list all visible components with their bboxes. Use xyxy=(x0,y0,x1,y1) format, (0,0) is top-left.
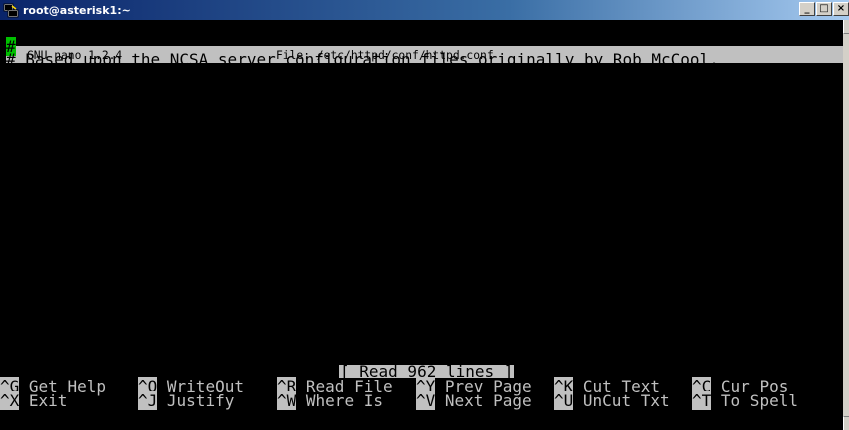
shortcut-exit[interactable]: ^X Exit xyxy=(0,391,68,410)
vertical-scrollbar[interactable] xyxy=(843,20,849,430)
maximize-button[interactable]: □ xyxy=(816,2,832,16)
editor-line: # different IP addresses or hostnames an… xyxy=(6,304,642,324)
shortcut-key: ^W xyxy=(277,391,297,410)
shortcut-next-page[interactable]: ^V Next Page xyxy=(416,391,532,410)
shortcut-label: Where Is xyxy=(305,391,383,410)
shortcut-label: Next Page xyxy=(444,391,532,410)
shortcut-key: ^X xyxy=(0,391,20,410)
minimize-button[interactable]: _ xyxy=(799,2,815,16)
window-controls: _ □ × xyxy=(798,2,849,16)
scroll-up-arrow-icon[interactable] xyxy=(843,20,849,34)
putty-icon xyxy=(3,2,19,18)
shortcut-where-is[interactable]: ^W Where Is xyxy=(277,391,383,410)
shortcut-row: ^X Exit ^J Justify ^W Where Is ^V Next Page… xyxy=(0,391,843,410)
shortcut-key: ^T xyxy=(692,391,712,410)
shortcut-label: To Spell xyxy=(720,391,798,410)
editor-line: # Based upon the NCSA server configurati… xyxy=(6,50,719,70)
shortcut-key: ^U xyxy=(554,391,574,410)
shortcut-label: Exit xyxy=(28,391,68,410)
shortcut-key: ^J xyxy=(138,391,158,410)
window-title: root@asterisk1:~ xyxy=(23,3,131,17)
window-titlebar[interactable]: root@asterisk1:~ _ □ × xyxy=(0,0,849,20)
shortcut-key: ^V xyxy=(416,391,436,410)
shortcut-justify[interactable]: ^J Justify xyxy=(138,391,235,410)
shortcut-to-spell[interactable]: ^T To Spell xyxy=(692,391,798,410)
shortcut-bar: ^G Get Help ^O WriteOut ^R Read File ^Y Pre… xyxy=(0,377,843,410)
shortcut-label: Justify xyxy=(166,391,235,410)
close-button[interactable]: × xyxy=(833,2,849,16)
shortcut-label: UnCut Txt xyxy=(582,391,670,410)
shortcut-uncut-txt[interactable]: ^U UnCut Txt xyxy=(554,391,670,410)
scroll-down-arrow-icon[interactable] xyxy=(843,416,849,430)
editor-content[interactable]: # # Based upon the NCSA server configurat… xyxy=(6,37,843,324)
